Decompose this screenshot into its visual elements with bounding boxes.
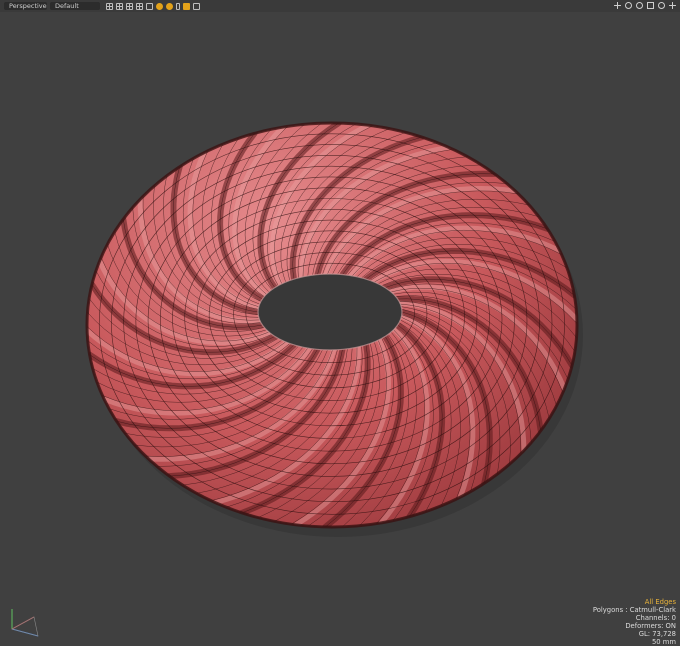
maximize-icon[interactable]: [647, 2, 654, 9]
view-mode-dropdown[interactable]: Perspective: [4, 2, 47, 10]
highlight-icon[interactable]: [166, 2, 173, 10]
axis-gizmo: [11, 609, 39, 637]
view-mode-label: Perspective: [9, 2, 47, 10]
deformers-info-text: Deformers: ON: [625, 622, 676, 630]
grid-icon[interactable]: [116, 2, 123, 10]
twisted-torus-mesh[interactable]: [0, 0, 680, 646]
menu-icon[interactable]: [669, 2, 676, 9]
3d-viewport[interactable]: Perspective Default All Edges Polygons :…: [0, 0, 680, 646]
selection-mode-text: All Edges: [644, 598, 676, 606]
gl-count-text: GL: 73,728: [638, 630, 676, 638]
viewport-nav-controls: [614, 2, 676, 9]
shading-mode-label: Default: [55, 2, 79, 10]
highlight-icon[interactable]: [183, 2, 190, 10]
grid-icon[interactable]: [136, 2, 143, 10]
viewport-toolbar: Perspective Default: [0, 0, 680, 12]
shading-mode-dropdown[interactable]: Default: [50, 2, 100, 10]
rotate-view-icon[interactable]: [625, 2, 632, 9]
settings-icon[interactable]: [658, 2, 665, 9]
focal-length-text: 50 mm: [651, 638, 676, 646]
channels-info-text: Channels: 0: [635, 614, 676, 622]
image-icon[interactable]: [193, 2, 200, 10]
highlight-icon[interactable]: [156, 2, 163, 10]
viewport-info-overlay: All Edges Polygons : Catmull-Clark Chann…: [593, 598, 676, 646]
grid-icon[interactable]: [106, 2, 113, 10]
square-icon[interactable]: [146, 2, 153, 10]
zoom-view-icon[interactable]: [636, 2, 643, 9]
wireframe-icon[interactable]: [176, 2, 180, 10]
grid-icon[interactable]: [126, 2, 133, 10]
move-view-icon[interactable]: [614, 2, 621, 9]
polygons-info-text: Polygons : Catmull-Clark: [592, 606, 676, 614]
